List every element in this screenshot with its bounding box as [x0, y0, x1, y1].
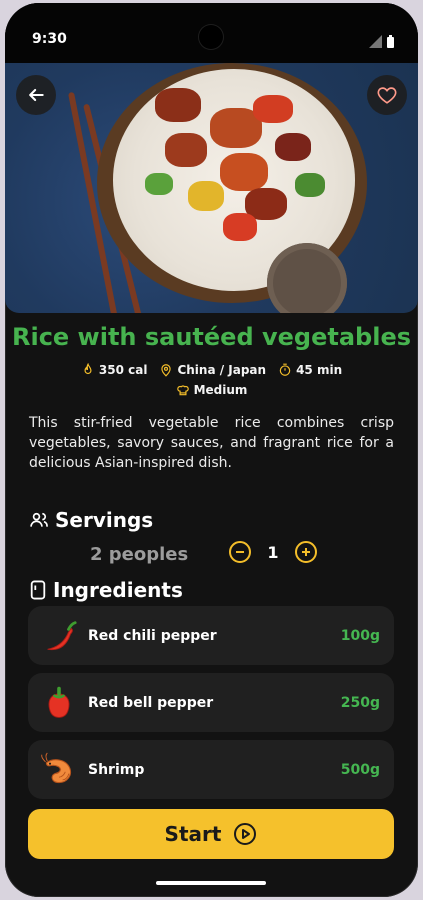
status-bar: 9:30 — [5, 3, 418, 63]
servings-title: Servings — [55, 508, 154, 532]
recipe-meta-second: Medium — [5, 383, 418, 397]
ingredient-quantity: 100g — [340, 627, 380, 644]
chili-pepper-icon — [38, 615, 80, 657]
topping — [155, 88, 201, 122]
ingredient-name: Shrimp — [88, 761, 145, 778]
duration-text: 45 min — [296, 363, 343, 377]
chef-hat-icon — [176, 385, 189, 396]
heart-icon — [377, 87, 397, 104]
calories-meta: 350 cal — [81, 363, 148, 377]
servings-heading: Servings — [29, 508, 153, 532]
recipe-hero-image — [5, 63, 418, 313]
origin-text: China / Japan — [177, 363, 267, 377]
topping — [223, 213, 257, 241]
start-button[interactable]: Start — [28, 809, 394, 859]
back-button[interactable] — [16, 75, 56, 115]
topping — [188, 181, 224, 211]
plus-icon — [302, 548, 310, 556]
ingredient-name: Red bell pepper — [88, 694, 214, 711]
recipe-description: This stir-fried vegetable rice combines … — [29, 415, 394, 471]
phone-frame: 9:30 Rice with sautéed vegetables 350 ca… — [5, 3, 418, 897]
recipe-meta: 350 cal China / Japan 45 min — [5, 363, 418, 377]
topping — [220, 153, 268, 191]
battery-icon — [387, 35, 394, 48]
shrimp-icon — [38, 749, 80, 791]
status-time: 9:30 — [32, 31, 67, 47]
recipe-title: Rice with sautéed vegetables — [11, 323, 412, 351]
flame-icon — [84, 363, 92, 375]
topping — [145, 173, 173, 195]
start-label: Start — [164, 822, 222, 846]
ingredient-card[interactable]: Red chili pepper 100g — [28, 606, 394, 665]
users-icon — [30, 512, 48, 527]
minus-icon — [236, 551, 244, 553]
ingredient-card[interactable]: Red bell pepper 250g — [28, 673, 394, 732]
topping — [295, 173, 325, 197]
status-icons — [369, 35, 394, 48]
difficulty-text: Medium — [193, 383, 248, 397]
servings-value: 1 — [267, 542, 279, 562]
difficulty-meta: Medium — [176, 383, 248, 397]
favorite-button[interactable] — [367, 75, 407, 115]
topping — [253, 95, 293, 123]
side-bowl — [267, 243, 347, 313]
arrow-left-icon — [29, 88, 44, 102]
ingredient-card[interactable]: Shrimp 500g — [28, 740, 394, 799]
ingredient-quantity: 500g — [340, 761, 380, 778]
ingredient-name: Red chili pepper — [88, 627, 217, 644]
ingredients-icon — [30, 580, 46, 600]
decrement-button[interactable] — [229, 541, 251, 563]
increment-button[interactable] — [295, 541, 317, 563]
ingredients-heading: Ingredients — [29, 578, 183, 602]
play-circle-icon — [234, 823, 257, 845]
location-pin-icon — [161, 364, 172, 377]
ingredient-quantity: 250g — [340, 694, 380, 711]
signal-icon — [369, 35, 382, 48]
ingredients-title: Ingredients — [53, 578, 183, 602]
calories-text: 350 cal — [98, 363, 148, 377]
timer-icon — [279, 363, 291, 376]
servings-stepper: 1 — [229, 541, 317, 563]
home-indicator[interactable] — [156, 881, 266, 885]
duration-meta: 45 min — [278, 363, 342, 377]
bell-pepper-icon — [38, 682, 80, 724]
topping — [275, 133, 311, 161]
servings-label: 2 peoples — [90, 544, 189, 565]
front-camera — [199, 25, 223, 49]
origin-meta: China / Japan — [159, 363, 266, 377]
topping — [165, 133, 207, 167]
